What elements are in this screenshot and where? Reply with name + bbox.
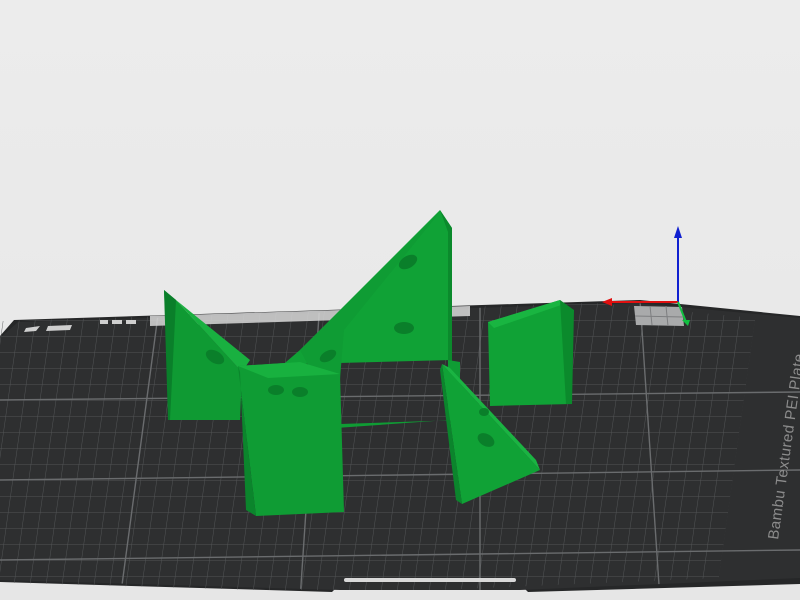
block-front[interactable]	[238, 362, 344, 516]
triangle-bracket-left[interactable]	[164, 290, 250, 420]
plate-corner-marker	[634, 305, 684, 327]
plate-front-handle	[344, 578, 516, 582]
plate-status-icon	[100, 320, 136, 324]
z-axis-arrow	[674, 226, 682, 238]
scene-canvas[interactable]: Bambu Textured PEI Plate	[0, 0, 800, 600]
3d-viewport[interactable]: Bambu Textured PEI Plate	[0, 0, 800, 600]
